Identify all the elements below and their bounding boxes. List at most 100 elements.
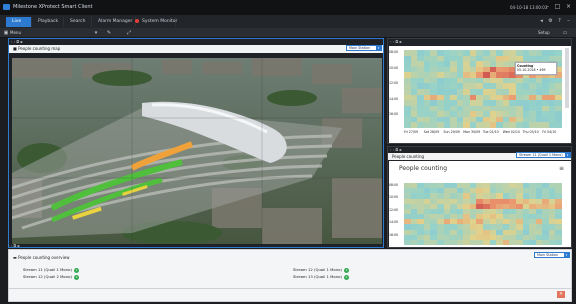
next-icon[interactable]: › — [14, 40, 15, 44]
minimize-icon[interactable]: – — [543, 3, 552, 11]
stream-label: Stream 12 (Quail 2 Mono) — [23, 274, 72, 279]
app-logo-icon — [3, 4, 10, 10]
scrollbar[interactable] — [565, 48, 569, 108]
chart-header-title: People counting — [392, 154, 425, 159]
tab-label: Live — [12, 19, 22, 24]
y-tick-label: 16:00 — [389, 232, 399, 237]
dropdown-arrow-icon[interactable]: ▾ — [92, 29, 100, 37]
y-tick-label: 12:00 — [389, 81, 399, 86]
back-icon[interactable]: ◂ — [538, 18, 545, 25]
prev-icon[interactable]: ‹ — [390, 40, 391, 44]
window-icon[interactable]: ▭ — [561, 29, 569, 37]
bottom-heatmap-panel: People counting ≡ 08:00 10:00 12:00 14:00 16… — [389, 161, 571, 247]
stream-select[interactable]: Stream 11 (Quail 1 Mono) ▾ — [516, 152, 571, 158]
overview-title: ▬ People counting overview — [13, 255, 70, 260]
map-select[interactable]: Main Station ▾ — [346, 45, 382, 51]
close-panel-icon[interactable]: × — [557, 291, 565, 298]
footer-strip: × — [8, 289, 572, 302]
stream-label: Stream 11 (Quail 1 Mono) — [23, 267, 72, 272]
tab-search[interactable]: Search — [64, 17, 92, 27]
top-heatmap-panel: 08:00 10:00 12:00 14:00 16:00 Fri 27/09 Sat 2… — [389, 46, 571, 143]
tab-system-monitor[interactable]: System Monitor — [136, 17, 178, 27]
snapshot-icon[interactable]: ◘ — [16, 40, 19, 44]
x-tick-label: Fri 04/10 — [542, 130, 557, 134]
status-badge: 1 — [343, 274, 349, 280]
top-heatmap-pane: ‹ › ◘ ▪ 08:00 10:00 12:00 14:00 16:00 Fri 27… — [387, 38, 572, 144]
edit-icon[interactable]: ✎ — [105, 29, 113, 37]
map-icon: ■ — [13, 46, 17, 51]
y-tick-label: 14:00 — [389, 220, 399, 225]
tab-alarm-manager[interactable]: Alarm Manager — [92, 17, 140, 27]
prev-icon[interactable]: ‹ — [390, 148, 391, 152]
app-title: Milestone XProtect Smart Client — [13, 4, 93, 10]
snapshot-icon[interactable]: ◘ — [13, 244, 16, 248]
prev-icon[interactable]: ‹ — [11, 40, 12, 44]
overview-select-value: Main Station — [537, 253, 559, 257]
y-tick-label: 10:00 — [389, 65, 399, 70]
close-icon[interactable]: × — [564, 3, 573, 11]
camera-icon[interactable]: ▪ — [20, 40, 22, 44]
tab-live[interactable]: Live — [6, 17, 32, 27]
people-counting-overview: ▬ People counting overview Main Station … — [8, 249, 572, 289]
more-icon[interactable]: – — [565, 18, 572, 25]
next-icon[interactable]: › — [393, 148, 394, 152]
stream-label: Stream 12 (Quail 1 Mono) — [293, 267, 342, 272]
fullscreen-icon[interactable]: ⤢ — [125, 29, 133, 37]
tab-label: System Monitor — [142, 19, 178, 24]
station-aerial-map[interactable] — [12, 58, 382, 244]
x-tick-label: Thu 03/10 — [522, 130, 539, 134]
camera-icon[interactable]: ▪ — [17, 244, 19, 248]
stream-status-item[interactable]: Stream 13 (Quail 1 Mono) 1 — [293, 274, 349, 280]
bottom-heatmap-pane: ‹ › ◘ ▪ People counting Stream 11 (Quail… — [387, 146, 572, 248]
title-bar: Milestone XProtect Smart Client 04-10-18… — [0, 0, 576, 15]
prev-icon[interactable]: ‹ — [8, 244, 9, 248]
map-header: ■ People counting map — [9, 45, 383, 53]
overview-title-text: People counting overview — [18, 255, 70, 260]
status-badge: 1 — [73, 274, 79, 280]
help-icon[interactable]: ? — [556, 18, 563, 25]
camera-icon[interactable]: ▪ — [399, 40, 401, 44]
y-tick-label: 08:00 — [389, 183, 399, 187]
setup-button[interactable]: Setup — [538, 30, 550, 35]
views-icon[interactable]: ▣ — [2, 29, 10, 37]
y-tick-label: 12:00 — [389, 207, 399, 212]
y-tick-label: 08:00 — [389, 50, 399, 54]
clock: 04-10-18 13:00:03 — [510, 5, 548, 10]
stream-status-item[interactable]: Stream 11 (Quail 1 Mono) 1 — [23, 267, 79, 273]
map-title: People counting map — [18, 46, 61, 51]
stream-status-item[interactable]: Stream 12 (Quail 1 Mono) 1 — [293, 267, 349, 273]
next-icon[interactable]: › — [393, 40, 394, 44]
tab-label: Alarm Manager — [98, 19, 133, 24]
x-tick-label: Tue 01/10 — [483, 130, 499, 134]
bottom-heatmap[interactable] — [404, 183, 562, 245]
heatmap-cell — [555, 122, 562, 128]
tab-playback[interactable]: Playback — [32, 17, 64, 27]
view-toolbar: ▣ Menu ▾ ✎ ⤢ Setup ▭ — [0, 28, 576, 38]
stream-select-value: Stream 11 (Quail 1 Mono) — [519, 153, 563, 157]
aerial-map-graphic — [12, 58, 382, 244]
x-tick-label: Mon 30/09 — [463, 130, 481, 134]
snapshot-icon[interactable]: ◘ — [395, 40, 398, 44]
x-tick-label: Sat 28/09 — [423, 130, 440, 134]
tooltip-value: 05-10-2018 • 469 — [517, 68, 546, 72]
workspace-tabs: Live Playback Search Alarm Manager Syste… — [0, 15, 576, 28]
status-badge: 1 — [73, 267, 79, 273]
pane-toolbar: ‹ › ◘ ▪ — [388, 39, 571, 45]
top-heatmap-y-axis: 08:00 10:00 12:00 14:00 16:00 — [389, 50, 403, 128]
settings-icon[interactable]: ⚙ — [547, 18, 554, 25]
x-tick-label: Sun 29/09 — [443, 130, 460, 134]
chevron-down-icon: ▾ — [564, 253, 569, 258]
camera-icon[interactable]: ▪ — [399, 148, 401, 152]
overview-select[interactable]: Main Station ▾ — [534, 252, 570, 258]
overview-icon: ▬ — [13, 255, 17, 260]
y-tick-label: 10:00 — [389, 195, 399, 200]
snapshot-icon[interactable]: ◘ — [395, 148, 398, 152]
x-tick-label: Wed 02/10 — [502, 130, 520, 134]
top-heatmap-x-axis: Fri 27/09 Sat 28/09 Sun 29/09 Mon 30/09 Tue … — [404, 130, 562, 136]
next-icon[interactable]: › — [11, 244, 12, 248]
maximize-icon[interactable]: □ — [553, 3, 562, 11]
views-menu-label[interactable]: Menu — [10, 30, 21, 35]
stream-status-item[interactable]: Stream 12 (Quail 2 Mono) 1 — [23, 274, 79, 280]
hamburger-menu-icon[interactable]: ≡ — [559, 165, 564, 172]
stream-label: Stream 13 (Quail 1 Mono) — [293, 274, 342, 279]
